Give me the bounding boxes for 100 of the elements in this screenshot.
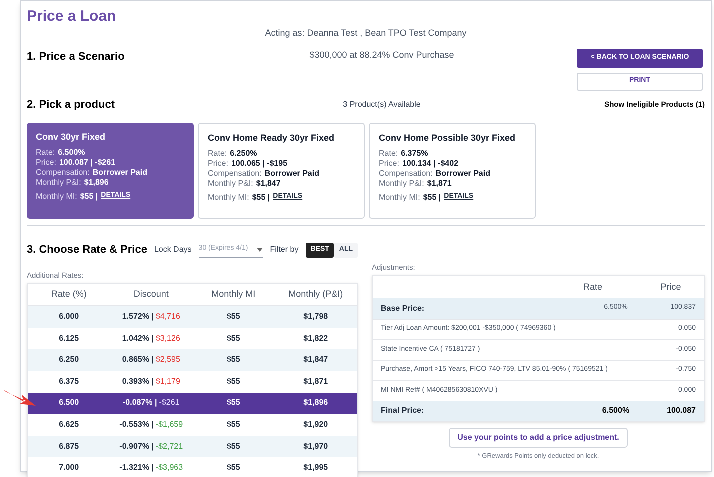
monthly-pi-label: Monthly P&I:	[36, 178, 82, 188]
monthly-mi-value: $55 |	[252, 192, 270, 204]
rate-label: Rate:	[379, 148, 398, 158]
monthly-mi-cell-text: $55	[226, 354, 242, 366]
column-header: Monthly (P&I)	[288, 288, 344, 301]
monthly-mi-cell-text: $55	[226, 311, 242, 324]
lock-days-label: Lock Days	[154, 244, 192, 256]
adjustment-label: Base Price:	[381, 302, 426, 314]
rate-cell-text: 6.500	[58, 397, 80, 410]
discount-cell: 1.572% |	[122, 311, 154, 324]
products-available-text: 3 Product(s) Available	[342, 98, 422, 111]
rate-value: 6.375%	[401, 148, 428, 158]
adjustment-price: 100.087	[666, 405, 696, 417]
price-label: Price:	[379, 158, 400, 168]
rate-cell-text: 6.625	[58, 419, 80, 432]
discount-cell: -0.553% |	[120, 419, 154, 432]
column-header: Rate (%)	[50, 288, 88, 301]
monthly-pi-cell-text: $1,847	[302, 354, 330, 366]
discount-cell: 1.042% |	[122, 332, 154, 345]
section-heading: 1. Price a Scenario	[27, 50, 126, 64]
rate-label: Rate:	[36, 148, 56, 158]
section-heading: 2. Pick a product	[27, 98, 116, 112]
compensation-value: Borrower Paid	[264, 168, 320, 178]
monthly-pi-cell-text: $1,995	[302, 462, 330, 474]
compensation-value: Borrower Paid	[436, 168, 490, 178]
monthly-mi-cell-text: $55	[226, 419, 242, 432]
monthly-pi-value: $1,896	[84, 178, 109, 188]
monthly-mi-value: $55 |	[423, 192, 442, 204]
section-heading: 3. Choose Rate & Price	[27, 242, 148, 258]
filter-by-label: Filter by	[270, 244, 299, 256]
use-points-button[interactable]: Use your points to add a price adjustment.	[448, 428, 628, 448]
rate-row[interactable]: 6.000 1.572% | $4,716 $55 $1,798	[28, 306, 357, 328]
product-name: Conv 30yr Fixed	[36, 131, 107, 144]
discount-cell: 0.865% |	[122, 354, 154, 366]
adjustment-label: Final Price:	[381, 405, 426, 417]
rate-value: 6.500%	[58, 148, 86, 158]
monthly-pi-value: $1,847	[256, 178, 281, 188]
page-title: Price a Loan	[27, 7, 118, 27]
rate-row[interactable]: 6.500 -0.087% | -$261 $55 $1,896	[28, 392, 357, 414]
discount-cell: -0.087% |	[123, 397, 158, 410]
monthly-pi-value: $1,871	[427, 178, 452, 188]
discount-amount: $1,179	[156, 376, 180, 388]
price-value: 100.134 | -$402	[402, 158, 459, 168]
caret-icon	[257, 248, 264, 252]
price-label: Price:	[36, 158, 56, 168]
rate-row[interactable]: 6.250 0.865% | $2,595 $55 $1,847	[28, 349, 357, 372]
monthly-pi-cell-text: $1,970	[302, 440, 330, 453]
discount-amount: -$2,721	[156, 440, 184, 453]
rate-row[interactable]: 6.125 1.042% | $3,126 $55 $1,822	[28, 328, 357, 350]
discount-amount: $4,716	[156, 311, 180, 324]
compensation-label: Compensation:	[379, 168, 433, 178]
monthly-mi-label: Monthly MI:	[208, 192, 250, 204]
rate-cell-text: 6.000	[58, 311, 80, 324]
adjustment-rate: 6.500%	[601, 405, 631, 417]
monthly-mi-cell-text: $55	[226, 440, 242, 453]
rate-cell-text: 6.125	[58, 332, 80, 345]
compensation-label: Compensation:	[208, 168, 262, 178]
rate-value: 6.250%	[230, 148, 258, 158]
rate-cell-text: 6.875	[58, 440, 80, 453]
rate-label: Rate:	[208, 148, 228, 158]
acting-as-text: Acting as: Deanna Test , Bean TPO Test Company	[265, 27, 467, 40]
discount-cell: -0.907% |	[120, 440, 154, 453]
price-value: 100.065 | -$195	[231, 158, 288, 168]
column-header: Monthly MI	[210, 288, 257, 301]
monthly-mi-value: $55 |	[80, 190, 98, 202]
rate-cell-text: 7.000	[58, 462, 80, 474]
rate-cell-text: 6.250	[58, 354, 80, 366]
monthly-pi-cell-text: $1,822	[302, 332, 330, 345]
monthly-mi-cell-text: $55	[226, 332, 242, 345]
discount-cell: 0.393% |	[122, 376, 154, 388]
price-label: Price:	[208, 158, 228, 168]
rate-row[interactable]: 6.625 -0.553% | -$1,659 $55 $1,920	[28, 414, 357, 436]
discount-amount: $2,595	[156, 354, 180, 366]
monthly-mi-cell-text: $55	[226, 376, 242, 388]
column-header: Rate	[582, 280, 604, 294]
monthly-mi-label: Monthly MI:	[36, 190, 78, 202]
rate-row[interactable]: 7.000 -1.321% | -$3,963 $55 $1,995	[28, 457, 357, 477]
monthly-pi-cell-text: $1,798	[302, 311, 330, 324]
discount-amount: -$261	[159, 397, 180, 410]
rate-row[interactable]: 6.375 0.393% | $1,179 $55 $1,871	[28, 371, 357, 393]
monthly-pi-label: Monthly P&I:	[208, 178, 254, 188]
rate-cell-text: 6.375	[58, 376, 80, 388]
rate-row[interactable]: 6.875 -0.907% | -$2,721 $55 $1,970	[28, 436, 357, 458]
monthly-mi-cell-text: $55	[226, 462, 242, 474]
discount-amount: -$1,659	[156, 419, 184, 432]
column-header: Discount	[132, 288, 170, 301]
scenario-summary: $300,000 at 88.24% Conv Purchase	[308, 48, 456, 62]
monthly-mi-cell-text: $55	[226, 397, 242, 410]
discount-cell: -1.321% |	[120, 462, 154, 474]
monthly-pi-cell-text: $1,920	[302, 419, 330, 432]
monthly-pi-label: Monthly P&I:	[379, 178, 424, 188]
monthly-mi-label: Monthly MI:	[379, 192, 420, 204]
monthly-pi-cell-text: $1,871	[302, 376, 330, 388]
compensation-value: Borrower Paid	[92, 168, 148, 178]
product-name: Conv Home Ready 30yr Fixed	[208, 132, 336, 145]
monthly-pi-cell-text: $1,896	[302, 397, 330, 410]
product-name: Conv Home Possible 30yr Fixed	[379, 132, 517, 145]
discount-amount: $3,126	[156, 332, 180, 345]
column-header: Price	[660, 280, 682, 294]
price-value: 100.087 | -$261	[59, 158, 116, 168]
